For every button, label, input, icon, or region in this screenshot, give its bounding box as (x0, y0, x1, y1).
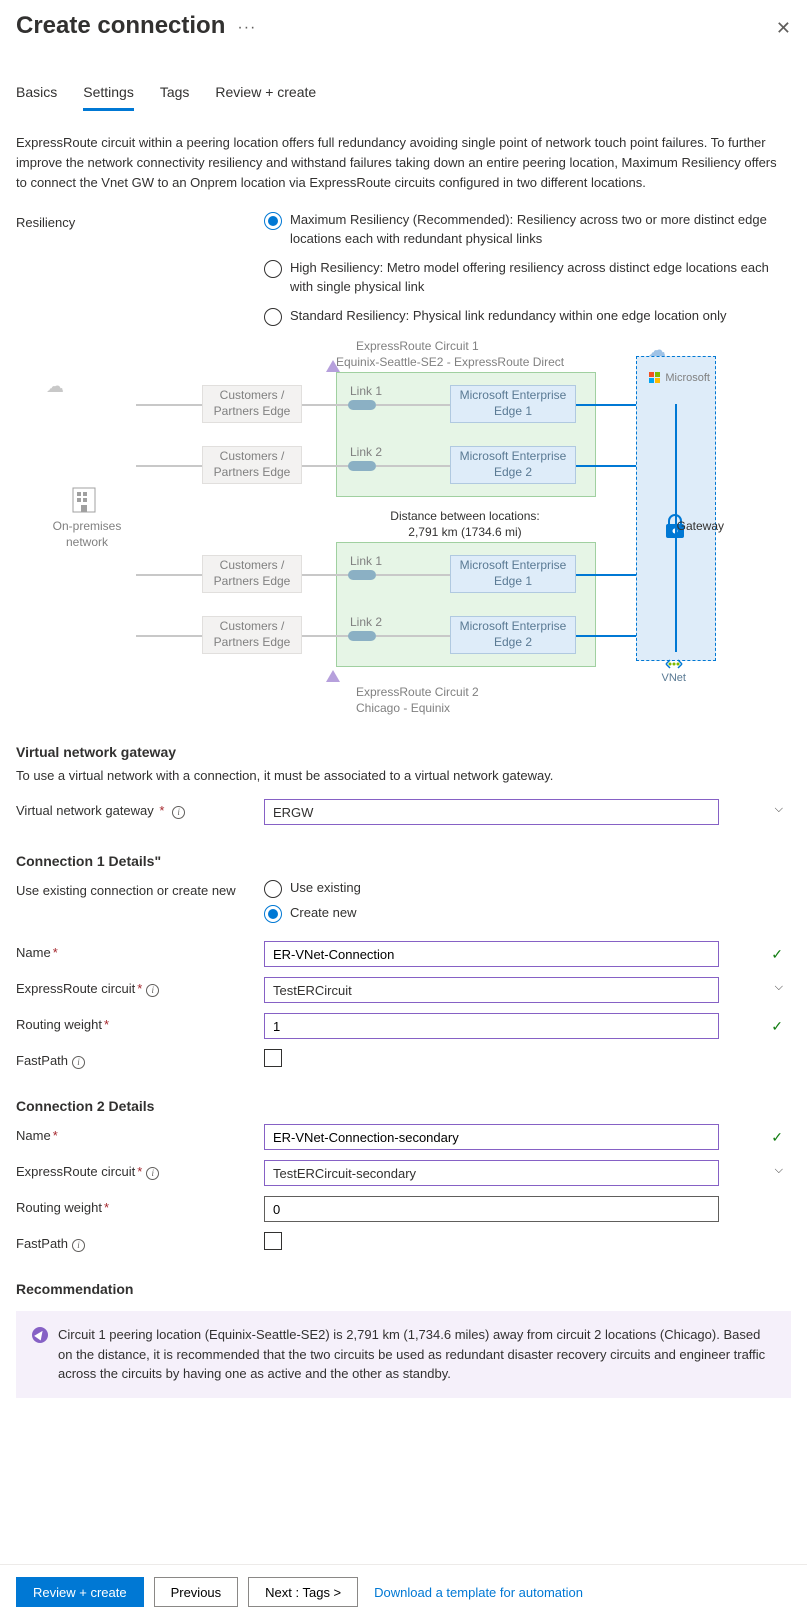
checkmark-icon: ✓ (771, 946, 783, 963)
gateway-label: Gateway (677, 518, 724, 534)
resiliency-standard-label: Standard Resiliency: Physical link redun… (290, 307, 726, 326)
link2-label: Link 2 (350, 445, 382, 459)
conn2-fastpath-label: FastPath (16, 1236, 68, 1251)
recommendation-title: Recommendation (16, 1281, 791, 1297)
distance-line2: 2,791 km (1734.6 mi) (370, 524, 560, 540)
conn1-weight-input[interactable] (264, 1013, 719, 1039)
link1b-pill (348, 570, 376, 580)
link2b-pill (348, 631, 376, 641)
download-template-link[interactable]: Download a template for automation (374, 1585, 583, 1600)
checkmark-icon: ✓ (771, 1018, 783, 1035)
conn2-circuit-dropdown[interactable]: TestERCircuit-secondary (264, 1160, 719, 1186)
recommendation-text: Circuit 1 peering location (Equinix-Seat… (58, 1325, 775, 1384)
vnet-label: VNet (662, 658, 686, 684)
compass-icon (32, 1327, 48, 1343)
msee1-a: Microsoft Enterprise Edge 1 (450, 385, 576, 423)
info-icon[interactable]: i (146, 1167, 159, 1180)
conn2-section-title: Connection 2 Details (16, 1098, 791, 1114)
link1b-label: Link 1 (350, 554, 382, 568)
info-icon[interactable]: i (146, 984, 159, 997)
circuit2-sub: Chicago - Equinix (356, 700, 450, 716)
tab-review[interactable]: Review + create (215, 78, 316, 111)
review-create-button[interactable]: Review + create (16, 1577, 144, 1607)
tab-settings[interactable]: Settings (83, 78, 134, 111)
recommendation-box: Circuit 1 peering location (Equinix-Seat… (16, 1311, 791, 1398)
chevron-down-icon: ⌵ (775, 803, 783, 816)
triangle-icon-b (326, 670, 340, 682)
checkmark-icon: ✓ (771, 1129, 783, 1146)
link2-pill (348, 461, 376, 471)
previous-button[interactable]: Previous (154, 1577, 239, 1607)
resiliency-radio-high[interactable] (264, 260, 282, 278)
vng-section-title: Virtual network gateway (16, 744, 791, 760)
topology-diagram: ☁ On-premises network ExpressRoute Circu… (36, 346, 716, 716)
circuit1-title: ExpressRoute Circuit 1 (356, 338, 479, 354)
conn2-weight-input[interactable] (264, 1196, 719, 1222)
vng-dropdown[interactable]: ERGW (264, 799, 719, 825)
cust-edge-4: Customers / Partners Edge (202, 616, 302, 654)
close-icon[interactable]: ✕ (776, 18, 791, 39)
resiliency-label: Resiliency (16, 211, 264, 230)
conn1-new-label: Create new (290, 904, 356, 923)
link2b-label: Link 2 (350, 615, 382, 629)
conn1-name-label: Name (16, 945, 51, 960)
tab-tags[interactable]: Tags (160, 78, 190, 111)
link1-label: Link 1 (350, 384, 382, 398)
next-button[interactable]: Next : Tags > (248, 1577, 358, 1607)
building-icon (71, 486, 97, 517)
more-icon[interactable]: ··· (237, 19, 256, 37)
resiliency-radio-max[interactable] (264, 212, 282, 230)
triangle-icon (326, 360, 340, 372)
msee2-a: Microsoft Enterprise Edge 2 (450, 446, 576, 484)
microsoft-logo: Microsoft (649, 372, 710, 384)
conn1-weight-label: Routing weight (16, 1017, 102, 1032)
onprem-label: On-premises network (42, 518, 132, 550)
tab-basics[interactable]: Basics (16, 78, 57, 111)
footer: Review + create Previous Next : Tags > D… (0, 1564, 807, 1619)
msee1-b: Microsoft Enterprise Edge 1 (450, 555, 576, 593)
conn1-fastpath-checkbox[interactable] (264, 1049, 282, 1067)
conn1-circuit-dropdown[interactable]: TestERCircuit (264, 977, 719, 1003)
resiliency-high-label: High Resiliency: Metro model offering re… (290, 259, 791, 297)
page-title: Create connection (16, 12, 225, 40)
cloud-icon: ☁ (46, 376, 64, 397)
conn2-weight-label: Routing weight (16, 1200, 102, 1215)
link1-pill (348, 400, 376, 410)
conn1-existing-label: Use existing (290, 879, 361, 898)
conn1-circuit-label: ExpressRoute circuit (16, 981, 135, 996)
conn1-radio-existing[interactable] (264, 880, 282, 898)
conn1-mode-label: Use existing connection or create new (16, 879, 264, 898)
conn1-name-input[interactable] (264, 941, 719, 967)
info-icon[interactable]: i (72, 1056, 85, 1069)
conn2-circuit-label: ExpressRoute circuit (16, 1164, 135, 1179)
resiliency-max-label: Maximum Resiliency (Recommended): Resili… (290, 211, 791, 249)
chevron-down-icon: ⌵ (775, 1164, 783, 1177)
cust-edge-2: Customers / Partners Edge (202, 446, 302, 484)
cust-edge-3: Customers / Partners Edge (202, 555, 302, 593)
chevron-down-icon: ⌵ (775, 981, 783, 994)
conn2-name-label: Name (16, 1128, 51, 1143)
circuit1-sub: Equinix-Seattle-SE2 - ExpressRoute Direc… (336, 354, 564, 370)
distance-line1: Distance between locations: (370, 508, 560, 524)
tabs: Basics Settings Tags Review + create (16, 78, 791, 111)
vng-desc: To use a virtual network with a connecti… (16, 766, 791, 786)
intro-text: ExpressRoute circuit within a peering lo… (16, 133, 791, 193)
resiliency-radio-standard[interactable] (264, 308, 282, 326)
cust-edge-1: Customers / Partners Edge (202, 385, 302, 423)
conn1-fastpath-label: FastPath (16, 1053, 68, 1068)
msee2-b: Microsoft Enterprise Edge 2 (450, 616, 576, 654)
circuit2-title: ExpressRoute Circuit 2 (356, 684, 479, 700)
info-icon[interactable]: i (172, 806, 185, 819)
info-icon[interactable]: i (72, 1239, 85, 1252)
conn2-fastpath-checkbox[interactable] (264, 1232, 282, 1250)
vng-label: Virtual network gateway (16, 803, 154, 818)
conn1-section-title: Connection 1 Details" (16, 853, 791, 869)
conn1-radio-new[interactable] (264, 905, 282, 923)
conn2-name-input[interactable] (264, 1124, 719, 1150)
